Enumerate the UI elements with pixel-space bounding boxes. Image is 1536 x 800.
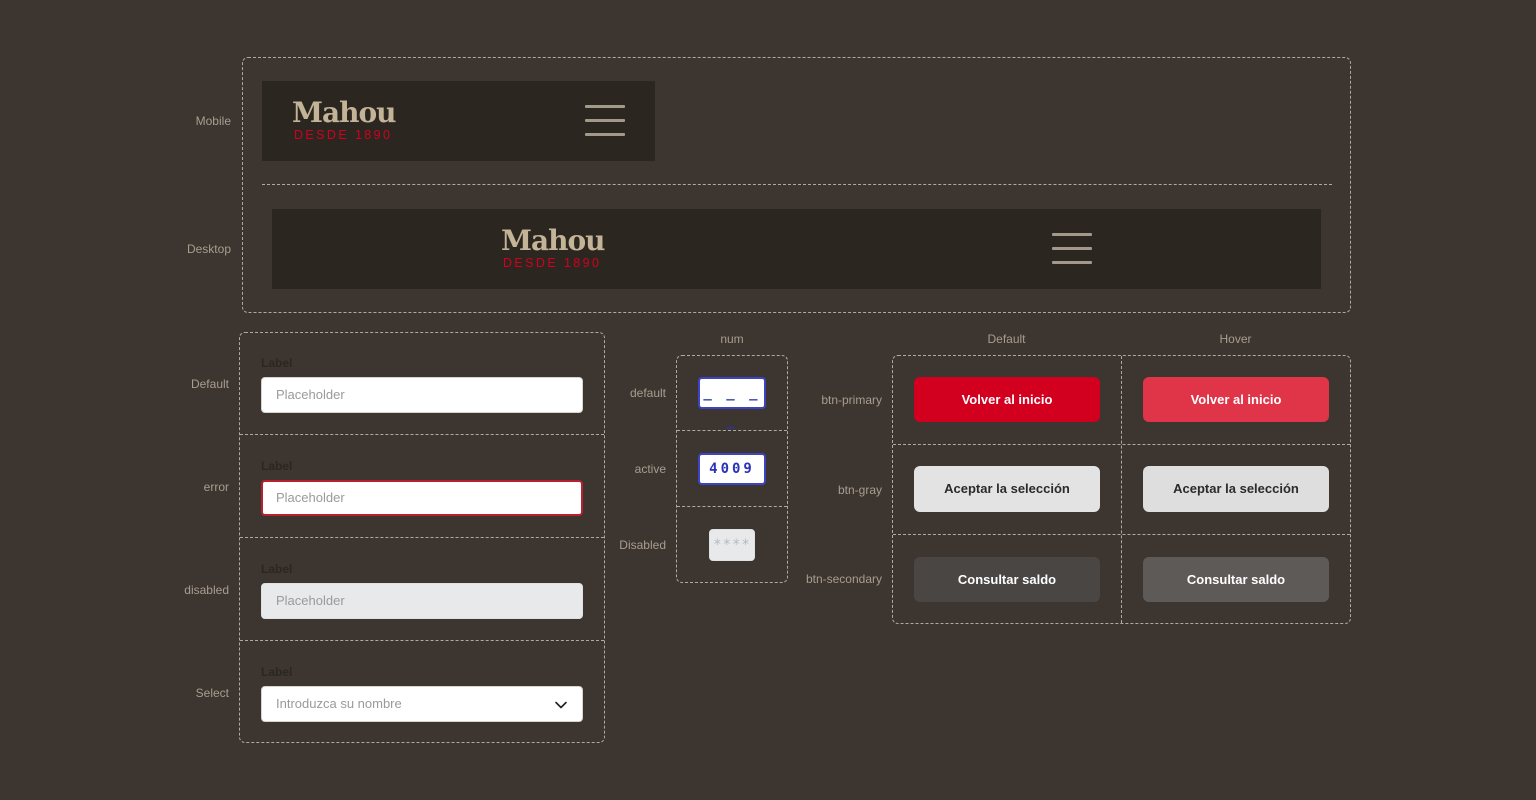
inputs-divider — [240, 640, 604, 641]
primary-button-hover[interactable]: Volver al inicio — [1143, 377, 1329, 422]
state-label: Select — [195, 686, 229, 700]
buttons-row-divider — [893, 444, 1350, 445]
hamburger-menu-icon[interactable] — [585, 105, 625, 136]
num-column-label: num — [720, 332, 744, 346]
field-label: Label — [261, 665, 293, 679]
button-variant-label: btn-gray — [837, 483, 882, 497]
header-divider — [262, 184, 1332, 185]
buttons-row-divider — [893, 534, 1350, 535]
num-divider — [677, 506, 787, 507]
state-label: Default — [190, 377, 229, 391]
logo-tagline: DESDE 1890 — [503, 256, 602, 270]
state-label: disabled — [184, 583, 229, 597]
num-input-disabled: **** — [709, 529, 755, 561]
mobile-navbar: Mahou DESDE 1890 — [262, 81, 655, 161]
secondary-button-hover[interactable]: Consultar saldo — [1143, 557, 1329, 602]
buttons-column-divider — [1121, 356, 1122, 623]
gray-button[interactable]: Aceptar la selección — [914, 466, 1100, 512]
logo-tagline: DESDE 1890 — [294, 128, 393, 142]
state-label: error — [203, 480, 229, 494]
field-label: Label — [261, 562, 293, 576]
gray-button-hover[interactable]: Aceptar la selección — [1143, 466, 1329, 512]
logo-wordmark: Mahou — [501, 224, 606, 257]
num-state-label: Disabled — [619, 538, 666, 552]
buttons-column-hover: Hover — [1219, 332, 1252, 346]
field-label: Label — [261, 356, 293, 370]
select-placeholder: Introduzca su nombre — [276, 696, 402, 711]
num-state-label: active — [634, 462, 666, 476]
desktop-navbar: Mahou DESDE 1890 — [272, 209, 1321, 289]
text-input-error[interactable]: Placeholder — [261, 480, 583, 516]
chevron-down-icon[interactable] — [554, 698, 568, 712]
desktop-label: Desktop — [186, 242, 231, 256]
field-label: Label — [261, 459, 293, 473]
button-variant-label: btn-primary — [821, 393, 882, 407]
mahou-logo[interactable]: Mahou DESDE 1890 — [292, 96, 397, 143]
hamburger-menu-icon[interactable] — [1052, 233, 1092, 264]
secondary-button[interactable]: Consultar saldo — [914, 557, 1100, 602]
text-input-disabled: Placeholder — [261, 583, 583, 619]
num-input-default[interactable]: _ _ _ _ — [698, 377, 766, 429]
logo-wordmark: Mahou — [292, 96, 397, 129]
num-state-label: default — [629, 386, 666, 400]
buttons-column-default: Default — [987, 332, 1026, 346]
button-variant-label: btn-secondary — [805, 572, 882, 586]
inputs-divider — [240, 537, 604, 538]
num-input-active[interactable]: 4009 — [698, 453, 766, 485]
primary-button[interactable]: Volver al inicio — [914, 377, 1100, 422]
text-input-default[interactable]: Placeholder — [261, 377, 583, 413]
mahou-logo[interactable]: Mahou DESDE 1890 — [501, 224, 606, 271]
inputs-divider — [240, 434, 604, 435]
mobile-label: Mobile — [195, 114, 231, 128]
select-input[interactable]: Introduzca su nombre — [261, 686, 583, 722]
